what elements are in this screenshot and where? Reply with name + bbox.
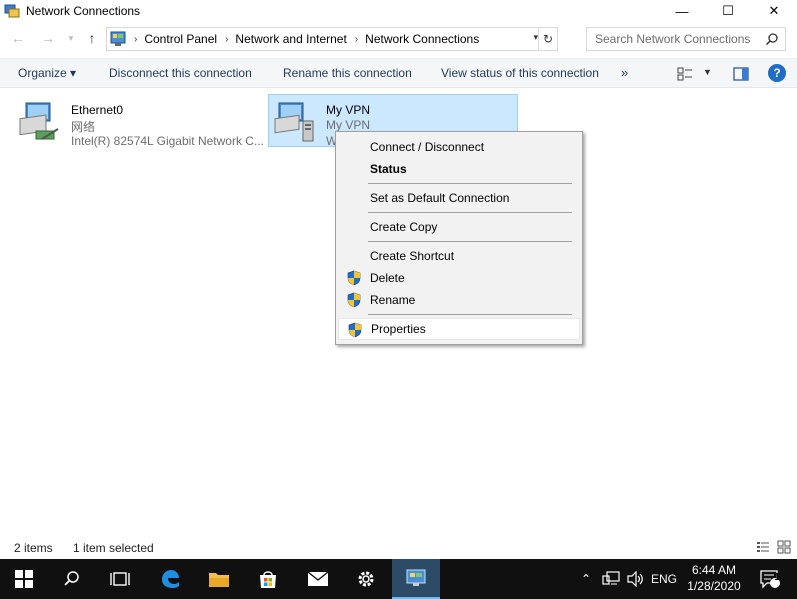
volume-icon[interactable] [625,559,647,599]
search-input[interactable] [595,32,755,46]
breadcrumb-separator-icon: › [354,33,359,45]
taskbar-search-button[interactable] [48,559,96,599]
taskbar-file-explorer-button[interactable] [195,559,243,599]
menu-item-properties[interactable]: Properties [338,318,580,340]
preview-pane-icon[interactable] [733,67,749,81]
action-center-button[interactable]: 1 [755,559,785,599]
back-arrow-icon[interactable]: ← [6,27,30,49]
mail-icon [307,571,329,586]
menu-separator [368,314,572,315]
connection-network: My VPN [326,118,371,132]
menu-separator [368,241,572,242]
uac-shield-icon [347,292,361,308]
menu-item-delete[interactable]: Delete [338,267,580,289]
refresh-icon[interactable]: ↻ [538,28,557,50]
up-arrow-icon[interactable]: ↑ [80,27,104,49]
view-options-chevron-icon[interactable]: ▼ [703,67,712,77]
address-bar[interactable]: › Control Panel › Network and Internet ›… [106,27,558,51]
maximize-button[interactable]: ☐ [705,0,751,22]
control-panel-icon [110,31,126,46]
status-bar: 2 items 1 item selected [0,537,797,559]
taskbar-mail-button[interactable] [294,559,342,599]
vpn-connection-icon [274,102,314,142]
search-icon [64,571,79,586]
context-menu: Connect / Disconnect Status Set as Defau… [335,131,583,345]
connection-item-ethernet0[interactable]: Ethernet0 网络 Intel(R) 82574L Gigabit Net… [14,95,264,148]
breadcrumb-network-connections[interactable]: Network Connections [365,32,479,46]
folder-icon [209,573,229,587]
menu-separator [368,212,572,213]
search-icon[interactable] [765,32,779,46]
network-connections-icon [4,4,20,18]
details-view-icon[interactable] [756,540,770,554]
network-status-icon[interactable] [600,559,622,599]
selection-count: 1 item selected [73,541,154,555]
help-icon[interactable]: ? [768,64,786,82]
disconnect-connection-button[interactable]: Disconnect this connection [109,66,252,80]
connection-device: Intel(R) 82574L Gigabit Network C... [71,134,264,148]
search-box[interactable] [586,27,786,51]
connection-network: 网络 [71,120,96,134]
taskbar-network-connections-button[interactable] [392,559,440,599]
input-language-indicator[interactable]: ENG [649,559,679,599]
item-count: 2 items [14,541,53,555]
breadcrumb-separator-icon: › [134,33,138,45]
title-bar: Network Connections — ☐ ✕ [0,0,797,22]
close-button[interactable]: ✕ [751,0,797,22]
network-connections-icon [406,569,426,586]
uac-shield-icon [347,270,361,286]
breadcrumb-control-panel[interactable]: Control Panel [144,32,217,46]
clock-time: 6:44 AM [691,563,737,577]
connection-name: My VPN [326,103,371,117]
taskbar-settings-button[interactable] [342,559,390,599]
network-tray-icon [602,571,620,585]
address-row: ← → ▾ ↑ › Control Panel › Network and In… [0,27,797,51]
windows-logo-icon [15,570,33,588]
clock-date: 1/28/2020 [687,579,741,593]
notification-count-badge: 1 [774,572,780,583]
recent-locations-chevron-icon[interactable]: ▾ [64,27,78,49]
show-hidden-icons-chevron-icon[interactable]: ⌃ [576,559,596,599]
taskbar: ⌃ ENG 6:44 AM 1/28/2020 1 [0,559,797,599]
start-button[interactable] [0,559,48,599]
breadcrumb-separator-icon: › [225,33,229,45]
rename-connection-button[interactable]: Rename this connection [283,66,412,80]
taskbar-edge-button[interactable] [146,559,194,599]
clock[interactable]: 6:44 AM 1/28/2020 [682,562,746,594]
window-title: Network Connections [26,4,141,18]
menu-item-create-shortcut[interactable]: Create Shortcut [338,245,580,267]
edge-browser-icon [162,570,179,588]
change-view-icon[interactable] [677,67,693,81]
menu-separator [368,183,572,184]
minimize-button[interactable]: — [659,0,705,22]
menu-item-set-default[interactable]: Set as Default Connection [338,187,580,209]
gear-icon [358,571,374,587]
task-view-icon [110,572,130,586]
menu-item-create-copy[interactable]: Create Copy [338,216,580,238]
connection-name: Ethernet0 [71,103,124,117]
menu-item-status[interactable]: Status [338,158,580,180]
menu-item-connect-disconnect[interactable]: Connect / Disconnect [338,136,580,158]
large-icons-view-icon[interactable] [777,540,791,554]
ethernet-adapter-icon [19,102,59,140]
task-view-button[interactable] [96,559,144,599]
more-commands-button[interactable]: » [621,65,628,80]
speaker-icon [627,571,643,587]
store-icon [260,571,276,588]
menu-item-rename[interactable]: Rename [338,289,580,311]
uac-shield-icon [348,322,362,338]
organize-button[interactable]: Organize ▾ [18,66,76,80]
breadcrumb-network-and-internet[interactable]: Network and Internet [235,32,346,46]
command-bar: Organize ▾ Disconnect this connection Re… [0,58,797,88]
window-controls: — ☐ ✕ [659,0,797,22]
forward-arrow-icon[interactable]: → [36,27,60,49]
view-status-button[interactable]: View status of this connection [441,66,599,80]
taskbar-store-button[interactable] [244,559,292,599]
